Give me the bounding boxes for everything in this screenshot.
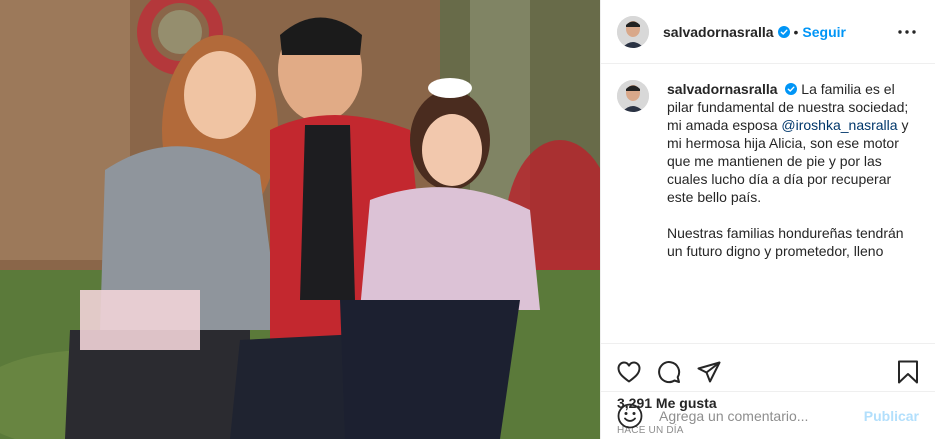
- heart-icon: [617, 361, 641, 383]
- caption-avatar[interactable]: [617, 80, 649, 112]
- caption-mention-link[interactable]: @iroshka_nasralla: [781, 117, 897, 133]
- post-photo[interactable]: [0, 0, 600, 439]
- caption-username[interactable]: salvadornasralla: [667, 81, 778, 97]
- caption-row: salvadornasralla La familia es el pilar …: [617, 80, 919, 278]
- family-photo-illustration: [0, 0, 600, 439]
- post-side-panel: salvadornasralla • Seguir salvadornasral…: [600, 0, 935, 439]
- like-button[interactable]: [617, 352, 657, 392]
- caption-text: salvadornasralla La familia es el pilar …: [667, 80, 919, 278]
- comment-button[interactable]: [657, 352, 697, 392]
- caption-paragraph-2: Nuestras familias hondureñas tendrán un …: [667, 225, 904, 259]
- emoji-icon[interactable]: [617, 403, 643, 429]
- comment-input[interactable]: [659, 407, 864, 424]
- more-options-button[interactable]: [895, 20, 919, 44]
- caption-paragraph-1: salvadornasralla La familia es el pilar …: [667, 80, 919, 206]
- follow-button[interactable]: Seguir: [802, 24, 846, 40]
- save-button[interactable]: [879, 352, 919, 392]
- verified-badge-icon: [785, 83, 798, 95]
- bookmark-icon: [898, 360, 918, 384]
- avatar-image: [617, 15, 649, 48]
- share-icon: [697, 361, 721, 383]
- avatar-image: [617, 80, 649, 112]
- comment-box: Publicar: [601, 391, 935, 439]
- verified-badge-icon: [777, 25, 790, 38]
- separator-dot: •: [793, 23, 799, 40]
- more-horizontal-icon: [898, 29, 916, 34]
- post-header: salvadornasralla • Seguir: [601, 0, 935, 64]
- action-icons: [617, 352, 919, 392]
- instagram-post: salvadornasralla • Seguir salvadornasral…: [0, 0, 935, 439]
- avatar[interactable]: [617, 15, 649, 48]
- publish-button[interactable]: Publicar: [864, 408, 919, 424]
- share-button[interactable]: [697, 352, 737, 392]
- caption-area: salvadornasralla La familia es el pilar …: [601, 64, 935, 343]
- comment-icon: [658, 361, 681, 384]
- header-username[interactable]: salvadornasralla: [663, 24, 774, 40]
